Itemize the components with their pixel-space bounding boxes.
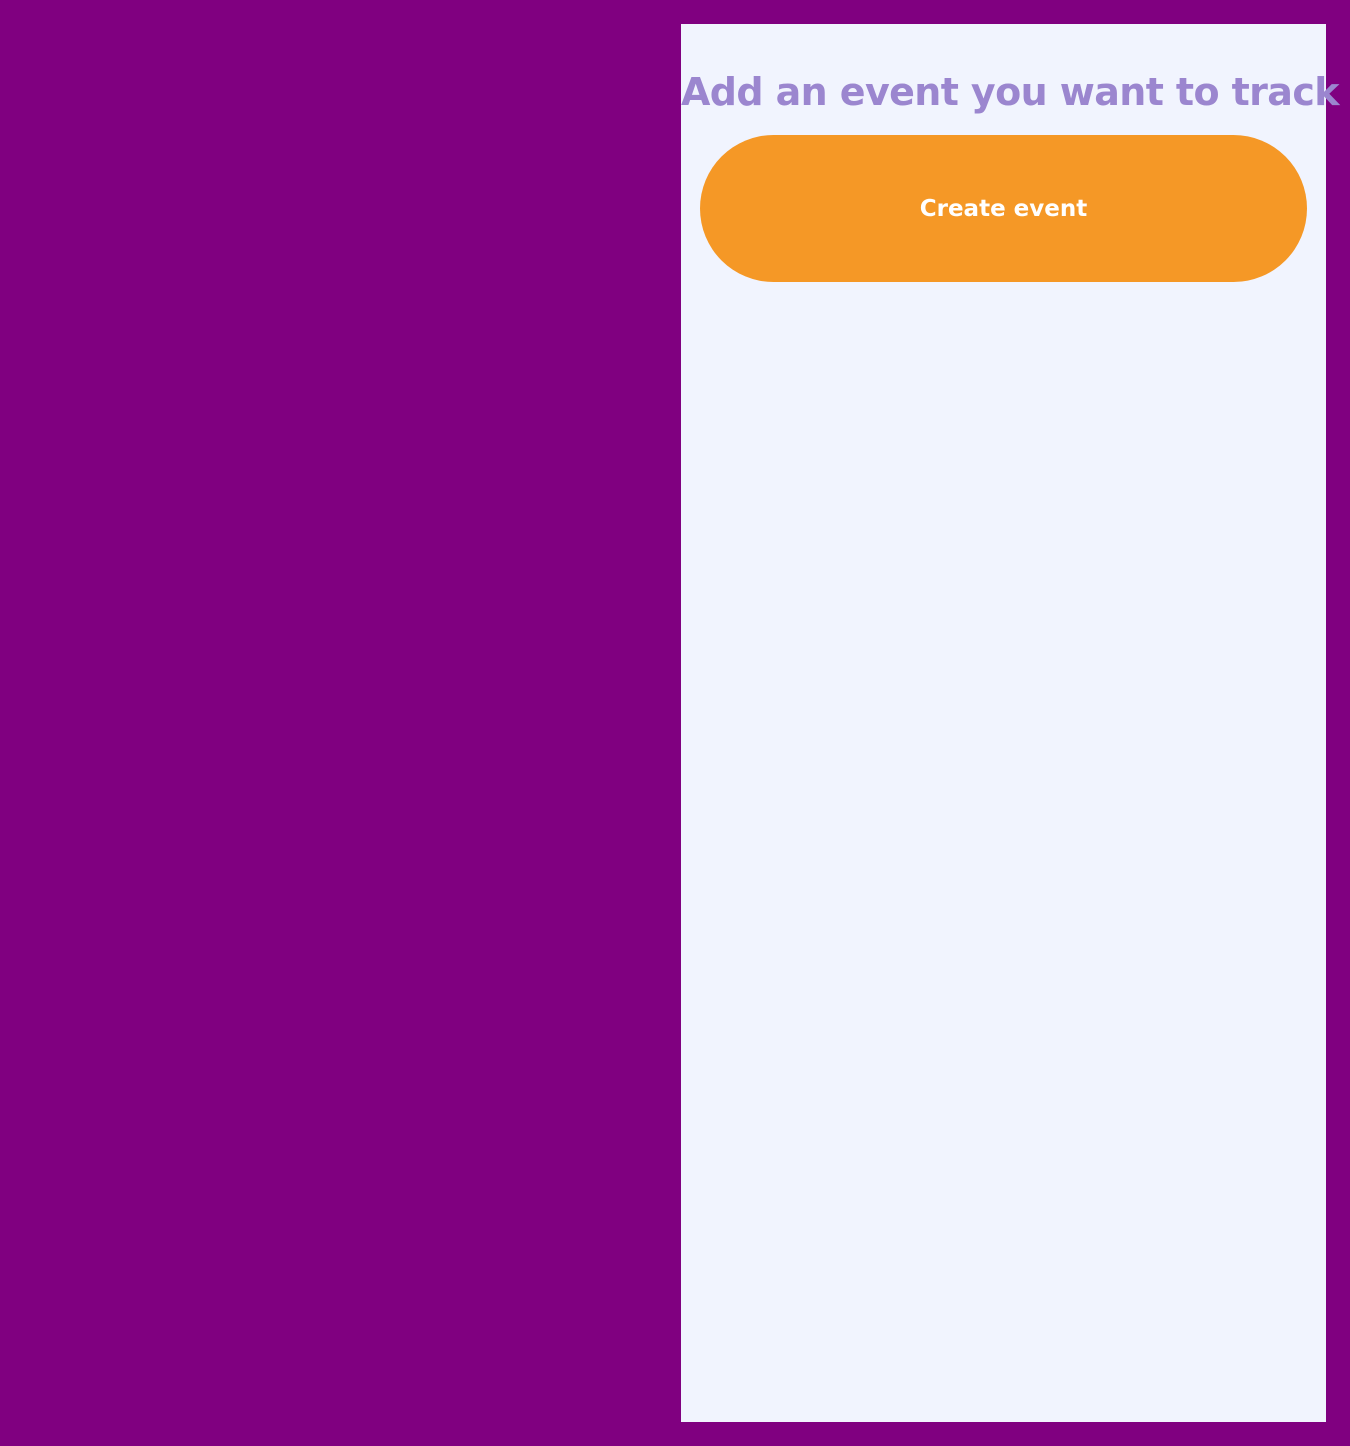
create-event-button[interactable]: Create event bbox=[700, 135, 1307, 282]
event-panel: Add an event you want to track Create ev… bbox=[681, 24, 1340, 1422]
page-title: Add an event you want to track bbox=[681, 70, 1340, 114]
